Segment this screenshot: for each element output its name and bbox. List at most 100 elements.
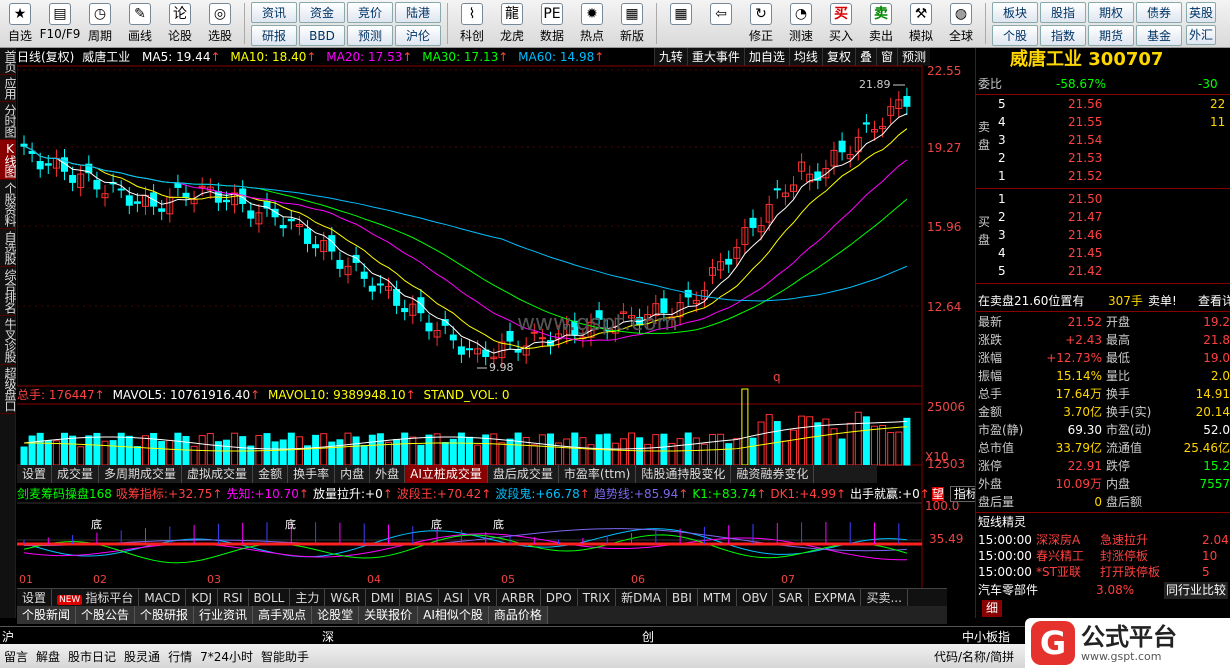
indicator-tab[interactable]: SAR [773,589,809,606]
indicator-tab[interactable]: ASI [439,589,470,606]
toolbar-nav-button-7[interactable]: ◍ 全球 [941,0,981,47]
volume-sub-tab[interactable]: 内盘 [335,465,371,483]
news-tab[interactable]: 个股新闻 [17,606,77,624]
volume-sub-tab[interactable]: 外盘 [370,465,406,483]
buy-price[interactable]: 21.50 [1068,191,1102,208]
news-tab[interactable]: 论股堂 [312,606,360,624]
index-ticker[interactable]: 创 [642,628,654,645]
toolbar-nav-button-4[interactable]: 买买入 [821,0,861,47]
info-grid-button[interactable]: 沪伦 [395,25,441,46]
status-bar-button[interactable]: 股灵通 [120,648,164,665]
left-tab[interactable]: 首页 [0,48,17,75]
volume-sub-tab[interactable]: 多周期成交量 [99,465,183,483]
sell-price[interactable]: 21.53 [1068,150,1102,167]
indicator-tab[interactable]: 买卖... [861,589,908,606]
left-tab[interactable]: K线图 [0,140,17,180]
toolbar-nav-button-1[interactable]: ⇦ [701,0,741,47]
indicator-tab[interactable]: OBV [737,589,774,606]
toolbar-mid-button-3[interactable]: ✹ 热点 [572,0,612,47]
indicator-tab[interactable]: 新DMA [616,589,667,606]
sell-price[interactable]: 21.54 [1068,132,1102,149]
index-ticker[interactable]: 深 [322,628,334,645]
info-grid-button[interactable]: 竞价 [347,2,393,23]
toolbar-left-button-1[interactable]: ▤ F10/F9 [40,0,80,47]
market-grid-button[interactable]: 板块 [992,2,1038,23]
left-tab[interactable]: 应用 [0,75,17,102]
indicator-tab[interactable]: DPO [541,589,578,606]
volume-sub-tab[interactable]: 换手率 [288,465,336,483]
news-tab[interactable]: 个股研报 [135,606,195,624]
indicator-tab[interactable]: RSI [218,589,249,606]
toolbar-nav-button-2[interactable]: ↻ 修正 [741,0,781,47]
news-tab[interactable]: AI相似个股 [418,606,489,624]
industry-compare-button[interactable]: 同行业比较 [1164,582,1229,599]
toolbar-mid-button-2[interactable]: PE 数据 [532,0,572,47]
toolbar-left-button-2[interactable]: ◷ 周期 [80,0,120,47]
sell-price[interactable]: 21.52 [1068,168,1102,185]
indicator-tab[interactable]: BOLL [249,589,291,606]
indicator-tab[interactable]: ARBR [497,589,541,606]
left-tab[interactable]: 超级盘口 [0,365,17,414]
toolbar-left-button-0[interactable]: ★ 自选 [0,0,40,47]
buy-price[interactable]: 21.46 [1068,227,1102,244]
toolbar-nav-button-0[interactable]: ▦ [661,0,701,47]
news-tab[interactable]: 行业资讯 [194,606,254,624]
info-grid-button[interactable]: 陆港 [395,2,441,23]
market-grid-button[interactable]: 期权 [1088,2,1134,23]
volume-sub-tab[interactable]: 市盈率(ttm) [559,465,637,483]
buy-price[interactable]: 21.47 [1068,209,1102,226]
info-grid-button[interactable]: BBD [299,25,345,46]
news-tab[interactable]: 高手观点 [253,606,313,624]
toolbar-left-button-3[interactable]: ✎ 画线 [120,0,160,47]
indicator-tab[interactable]: MTM [698,589,737,606]
indicator-tab[interactable]: 设置 [17,589,53,606]
market-grid-button[interactable]: 个股 [992,25,1038,46]
toolbar-left-button-5[interactable]: ◎ 选股 [200,0,240,47]
sprite-stock[interactable]: 深深房A [1036,532,1080,549]
info-grid-button[interactable]: 资金 [299,2,345,23]
volume-sub-tab[interactable]: 陆股通持股变化 [636,465,732,483]
info-grid-button[interactable]: 预测 [347,25,393,46]
status-bar-button[interactable]: 智能助手 [257,648,313,665]
left-tab[interactable]: 牛叉诊股 [0,316,17,365]
volume-sub-tab[interactable]: 融资融券变化 [731,465,815,483]
detail-tab[interactable]: 细 [982,600,1003,617]
toolbar-nav-button-3[interactable]: ◔ 测速 [781,0,821,47]
volume-sub-tab[interactable]: 金额 [253,465,289,483]
news-tab[interactable]: 个股公告 [76,606,136,624]
news-tab[interactable]: 商品价格 [488,606,548,624]
left-tab[interactable]: 个股资料 [0,180,17,229]
sprite-stock[interactable]: *ST亚联 [1036,564,1081,581]
status-bar-button[interactable]: 留言 [0,648,32,665]
indicator-tab[interactable]: KDJ [186,589,218,606]
toolbar-mid-button-0[interactable]: ⌇ 科创 [452,0,492,47]
edge-button[interactable]: 外汇 [1186,24,1216,45]
volume-sub-tab[interactable]: 虚拟成交量 [182,465,254,483]
market-grid-button[interactable]: 指数 [1040,25,1086,46]
left-tab[interactable]: 分时图 [0,102,17,140]
toolbar-left-button-4[interactable]: 论论股 [160,0,200,47]
edge-button[interactable]: 英股 [1186,2,1216,23]
buy-price[interactable]: 21.45 [1068,245,1102,262]
info-grid-button[interactable]: 资讯 [251,2,297,23]
indicator-tab[interactable]: DMI [366,589,401,606]
volume-sub-tab[interactable]: 成交量 [52,465,100,483]
toolbar-mid-button-1[interactable]: 龍龙虎 [492,0,532,47]
market-grid-button[interactable]: 基金 [1136,25,1182,46]
info-grid-button[interactable]: 研报 [251,25,297,46]
status-bar-button[interactable]: 行情 [164,648,196,665]
toolbar-nav-button-6[interactable]: ⚒ 模拟 [901,0,941,47]
market-grid-button[interactable]: 股指 [1040,2,1086,23]
sell-price[interactable]: 21.55 [1068,114,1102,131]
code-search-input[interactable]: 代码/名称/简拼 [930,648,1018,665]
indicator-tab[interactable]: EXPMA [809,589,862,606]
volume-sub-tab[interactable]: AI立桩成交量 [405,465,488,483]
left-tab[interactable]: 综合排名 [0,267,17,316]
volume-sub-tab[interactable]: 设置 [17,465,53,483]
market-grid-button[interactable]: 期货 [1088,25,1134,46]
toolbar-mid-button-4[interactable]: ▦ 新版 [612,0,652,47]
toolbar-nav-button-5[interactable]: 卖卖出 [861,0,901,47]
status-bar-button[interactable]: 股市日记 [64,648,120,665]
kline-chart-area[interactable]: 日线(复权) 威唐工业 MA5: 19.44↑ MA10: 18.40↑ MA2… [17,48,1006,624]
sector-name[interactable]: 汽车零部件 [978,582,1038,599]
